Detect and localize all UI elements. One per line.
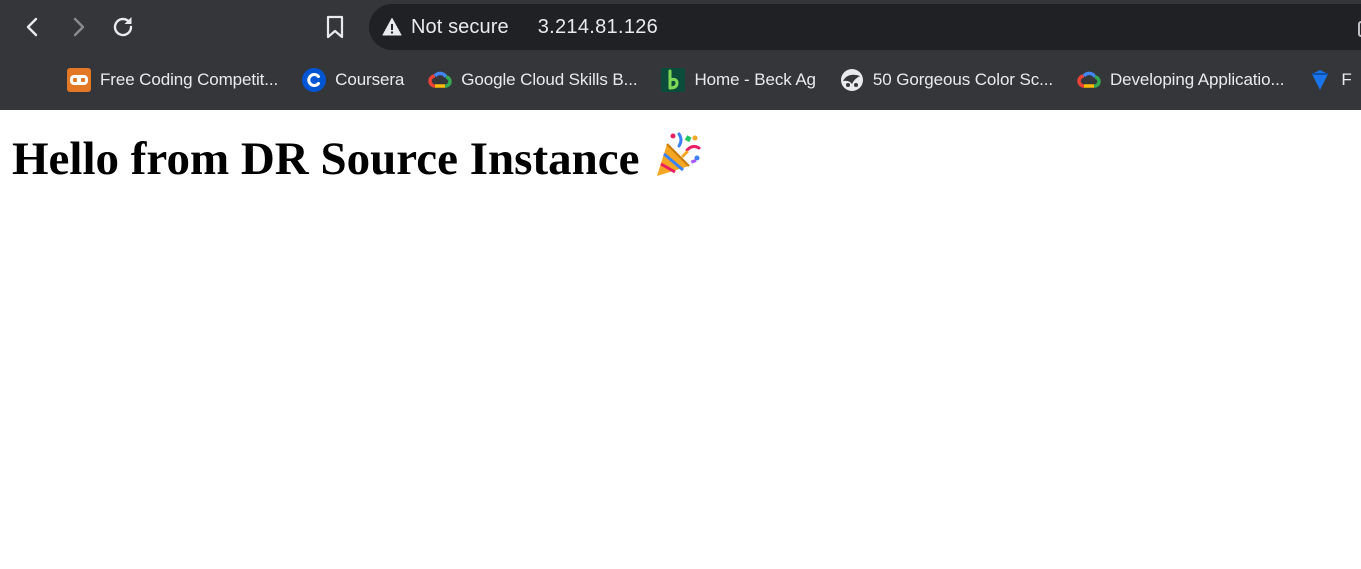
install-app-icon[interactable] <box>1357 18 1361 38</box>
address-bar[interactable]: Not secure 3.214.81.126 <box>369 4 1361 50</box>
chevron-left-icon <box>26 17 38 37</box>
chevron-right-icon <box>73 17 85 37</box>
page-content: Hello from DR Source Instance <box>0 110 1361 569</box>
warning-triangle-icon <box>382 18 402 36</box>
security-indicator[interactable]: Not secure <box>382 12 509 42</box>
bookmark-label: Free Coding Competit... <box>100 70 279 89</box>
browser-chrome: Not secure 3.214.81.126 Free Coding Comp… <box>0 0 1361 110</box>
party-popper-icon <box>657 132 701 176</box>
forward-button[interactable] <box>61 10 95 44</box>
codechef-favicon-icon <box>67 68 91 92</box>
bookmark-label: Coursera <box>335 70 405 89</box>
reload-button[interactable] <box>106 10 140 44</box>
page-heading: Hello from DR Source Instance <box>12 130 703 187</box>
back-button[interactable] <box>16 10 50 44</box>
reload-icon <box>113 17 133 37</box>
bookmark-item[interactable]: F <box>1308 64 1352 96</box>
bookmark-item[interactable]: Coursera <box>302 64 404 96</box>
google-cloud-favicon-icon <box>1077 71 1101 88</box>
google-cloud-favicon-icon <box>428 71 453 88</box>
bookmark-label: Google Cloud Skills B... <box>461 70 638 89</box>
bookmark-item[interactable]: Developing Applicatio... <box>1077 64 1284 96</box>
bookmark-label: Developing Applicatio... <box>1110 70 1285 89</box>
bookmark-icon <box>326 15 344 39</box>
url-text[interactable]: 3.214.81.126 <box>538 16 658 39</box>
security-label: Not secure <box>411 15 509 38</box>
bookmark-item[interactable]: 50 Gorgeous Color Sc... <box>840 64 1053 96</box>
bookmark-star-button[interactable] <box>318 10 352 44</box>
bookmark-item[interactable]: Home - Beck Ag <box>661 64 816 96</box>
bookmark-label: F <box>1341 70 1352 89</box>
bookmark-label: 50 Gorgeous Color Sc... <box>872 70 1053 89</box>
coursera-favicon-icon <box>302 68 327 92</box>
beck-ag-favicon-icon <box>661 68 686 92</box>
blue-diamond-favicon-icon <box>1312 70 1329 90</box>
navigation-row: Not secure 3.214.81.126 <box>0 0 1361 54</box>
page-heading-text: Hello from DR Source Instance <box>12 133 640 185</box>
bookmarks-bar: Free Coding Competit... Coursera Google … <box>0 58 1361 102</box>
bookmark-item[interactable]: Free Coding Competit... <box>67 64 278 96</box>
bookmark-item[interactable]: Google Cloud Skills B... <box>428 64 638 96</box>
bookmark-label: Home - Beck Ag <box>694 70 816 89</box>
color-schemes-favicon-icon <box>840 69 863 91</box>
